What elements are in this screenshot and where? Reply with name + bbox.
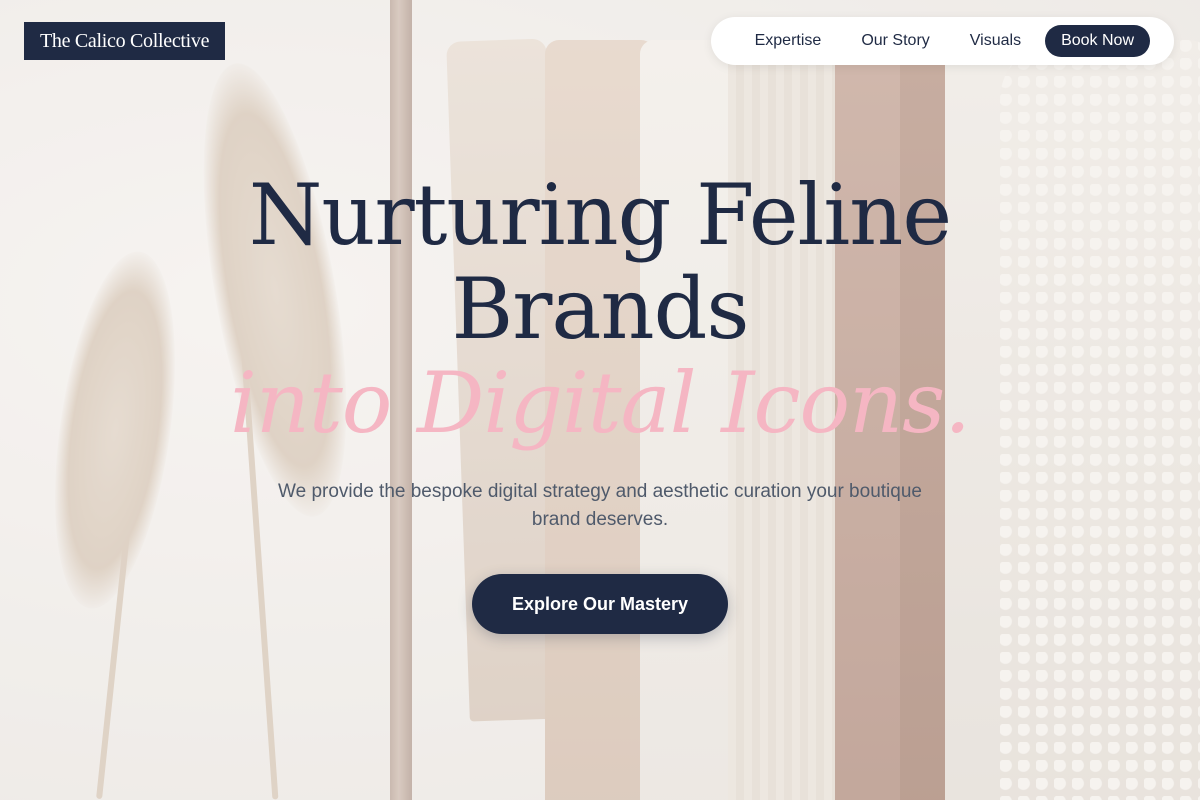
book-now-button[interactable]: Book Now — [1045, 25, 1150, 57]
nav-link-our-story[interactable]: Our Story — [841, 25, 949, 57]
nav-link-expertise[interactable]: Expertise — [735, 25, 842, 57]
hero-title-line-1: Nurturing Feline — [248, 166, 952, 264]
explore-mastery-button[interactable]: Explore Our Mastery — [472, 574, 728, 634]
main-nav: Expertise Our Story Visuals Book Now — [710, 17, 1174, 65]
hero-title: Nurturing Feline Brands into Digital Ico… — [100, 168, 1100, 450]
hero-subtitle: We provide the bespoke digital strategy … — [278, 481, 922, 530]
nav-link-visuals[interactable]: Visuals — [950, 25, 1041, 57]
hero-title-line-2: Brands — [451, 260, 750, 358]
hero-title-accent: into Digital Icons. — [230, 354, 971, 452]
brand-logo[interactable]: The Calico Collective — [24, 22, 226, 60]
